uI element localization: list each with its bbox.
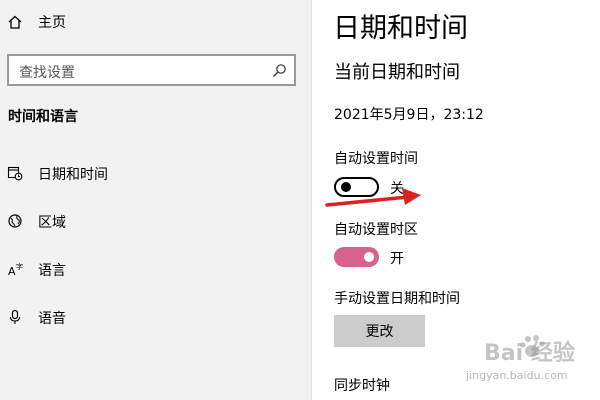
watermark: Bai 经验 jingyan.baidu.com — [458, 335, 598, 395]
watermark-url: jingyan.baidu.com — [466, 369, 568, 382]
watermark-text: Bai 经验 — [484, 341, 575, 366]
